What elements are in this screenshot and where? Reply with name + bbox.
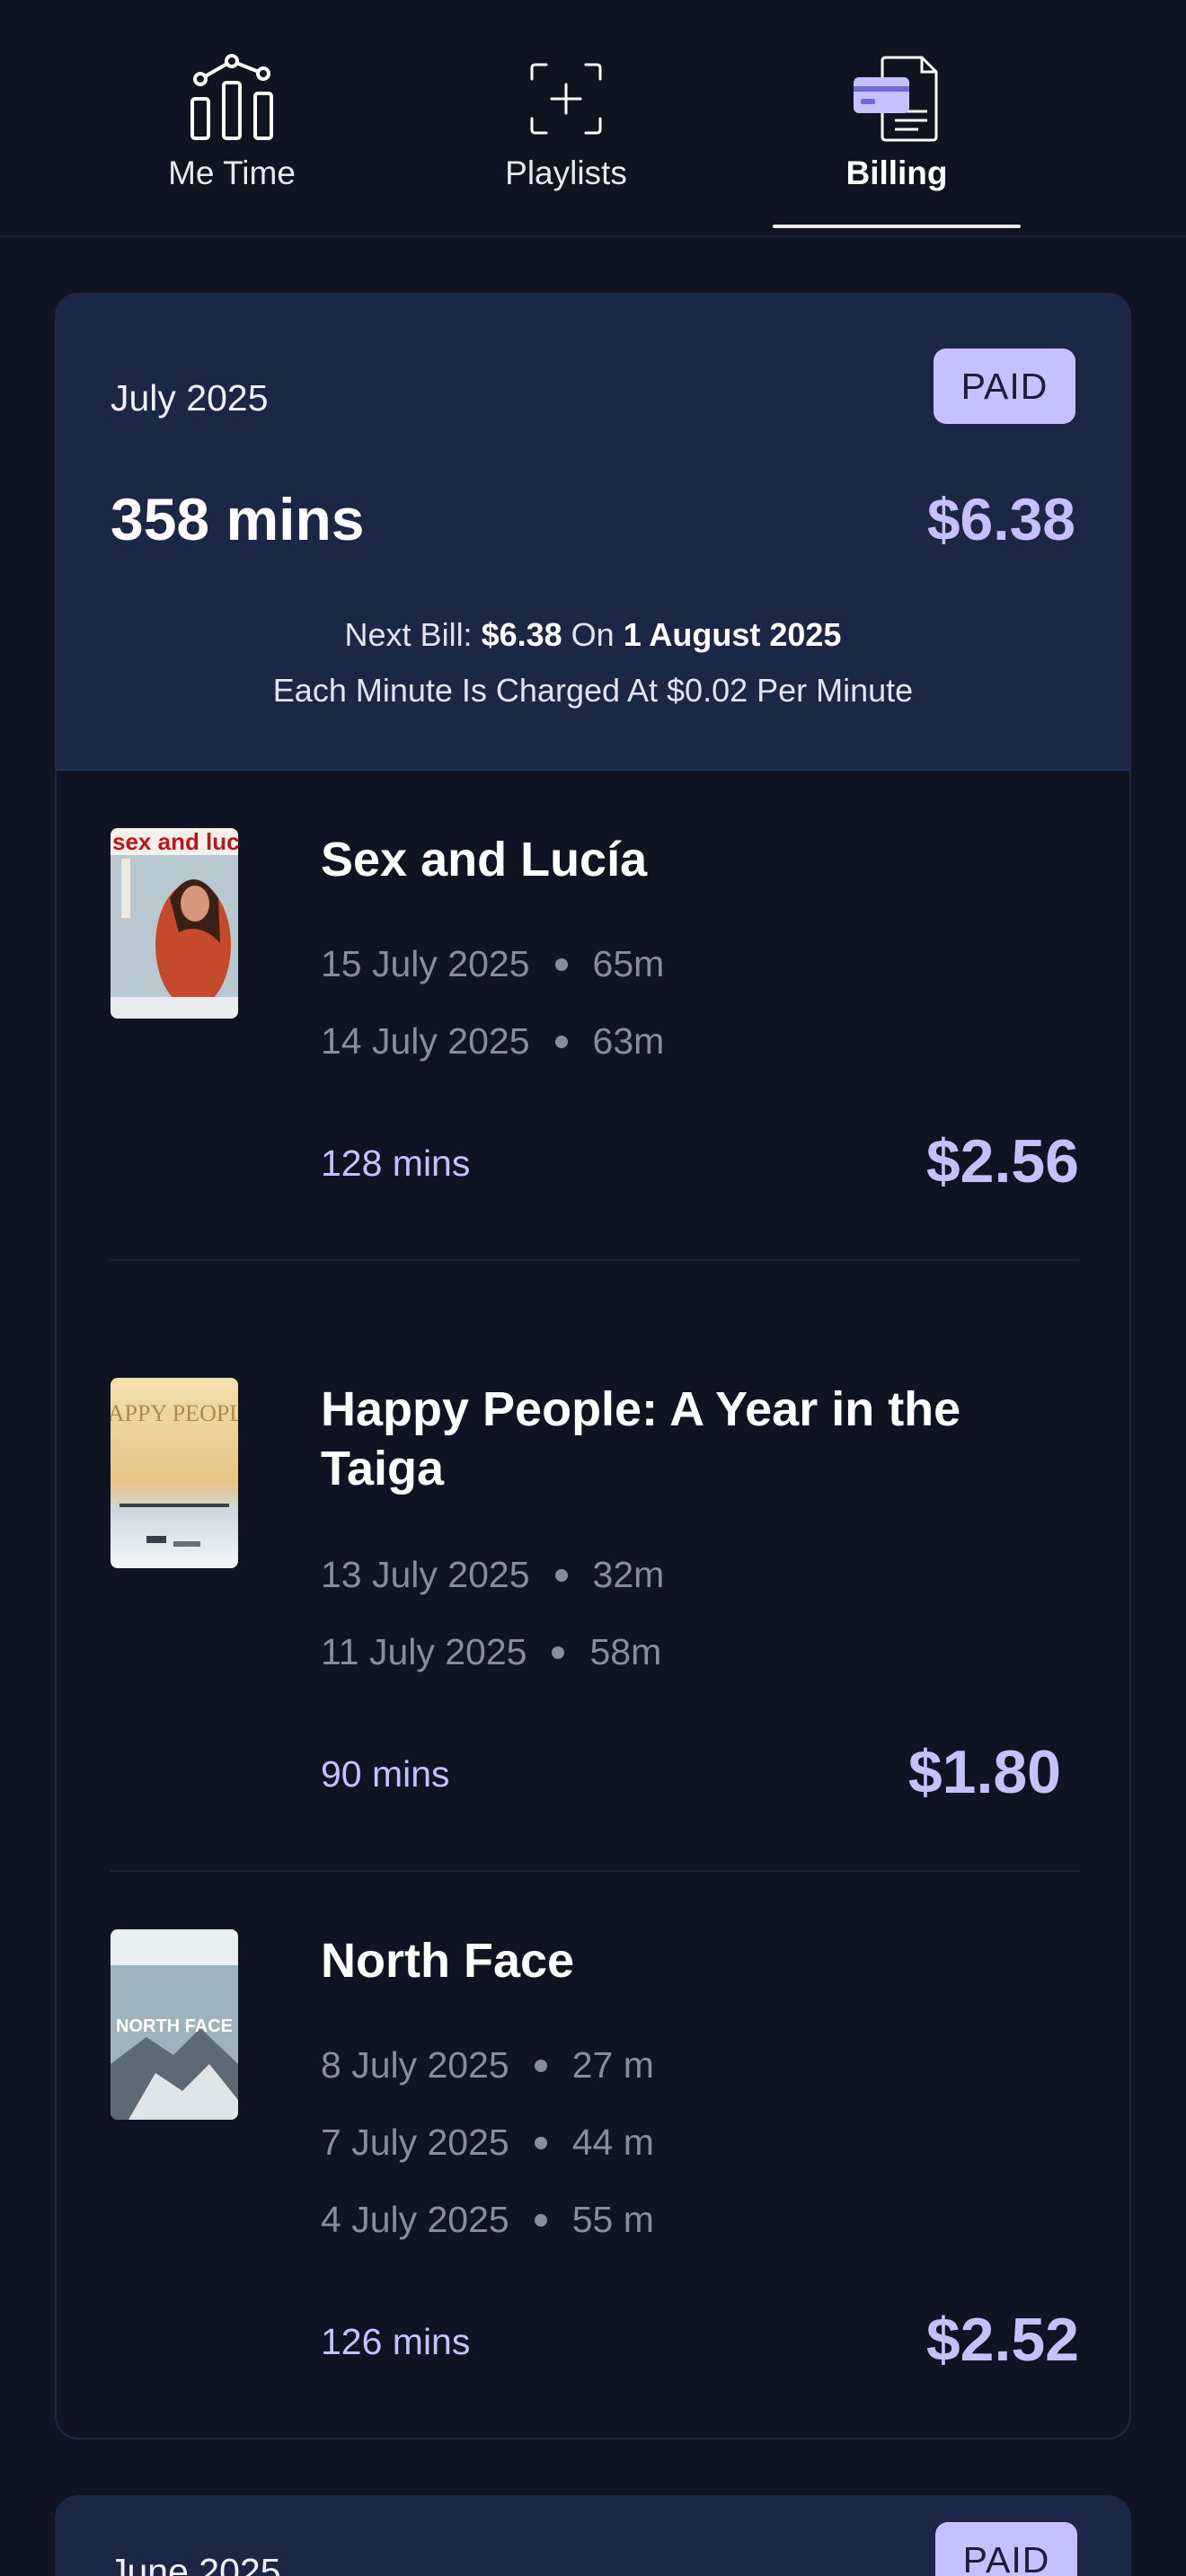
tab-me-time[interactable]: Me Time <box>142 0 322 235</box>
film-title[interactable]: Sex and Lucía <box>321 830 1058 889</box>
poster-image: NORTH FACE <box>111 1929 238 2120</box>
next-bill-amount: $6.38 <box>481 616 562 653</box>
tab-label-playlists: Playlists <box>505 154 627 191</box>
billing-icon <box>854 56 938 142</box>
session-duration: 63m <box>592 1020 665 1062</box>
poster-title-text: NORTH FACE <box>116 2016 233 2036</box>
film-poster[interactable]: NORTH FACE <box>111 1929 238 2120</box>
watch-session: 8 July 2025 27 m <box>321 2044 654 2086</box>
month-billing-card: June 2025 PAID <box>55 2495 1131 2576</box>
session-duration: 65m <box>592 943 665 984</box>
session-duration: 58m <box>589 1631 662 1672</box>
tab-playlists[interactable]: Playlists <box>476 0 656 235</box>
session-date: 11 July 2025 <box>321 1631 527 1672</box>
film-title[interactable]: North Face <box>321 1931 1058 1990</box>
watch-session: 4 July 2025 55 m <box>321 2199 654 2241</box>
session-duration: 44 m <box>571 2122 654 2163</box>
film-cost: $1.80 <box>907 1738 1061 1806</box>
add-playlist-icon <box>530 63 602 135</box>
status-badge: PAID <box>934 348 1075 424</box>
watch-session: 13 July 2025 32m <box>321 1554 664 1596</box>
separator-dot-icon <box>554 957 568 971</box>
separator-dot-icon <box>534 2136 547 2149</box>
session-date: 15 July 2025 <box>321 943 530 984</box>
poster-image: HAPPY PEOPLE <box>111 1378 238 1568</box>
total-cost: $6.38 <box>926 486 1075 552</box>
tab-label-billing: Billing <box>845 154 948 191</box>
bar-chart-icon <box>190 54 273 140</box>
session-date: 13 July 2025 <box>321 1554 530 1595</box>
tab-label-me-time: Me Time <box>168 154 296 191</box>
next-bill-date: 1 August 2025 <box>623 616 842 653</box>
watch-session: 15 July 2025 65m <box>321 943 664 985</box>
film-minutes: 128 mins <box>321 1142 471 1184</box>
top-tab-bar: Me Time Playlists Billing <box>0 0 1186 237</box>
session-date: 8 July 2025 <box>321 2044 509 2086</box>
film-title[interactable]: Happy People: A Year in the Taiga <box>321 1380 1058 1498</box>
watch-session: 14 July 2025 63m <box>321 1020 664 1063</box>
poster-title-text: HAPPY PEOPLE <box>111 1400 238 1426</box>
separator-dot-icon <box>534 2059 547 2072</box>
next-bill-prefix: Next Bill: <box>344 616 482 653</box>
divider <box>111 1870 1079 1872</box>
film-poster[interactable]: sex and lucía <box>111 828 238 1019</box>
separator-dot-icon <box>554 1568 568 1582</box>
film-cost: $2.52 <box>925 2306 1079 2374</box>
film-minutes: 126 mins <box>321 2321 471 2362</box>
tab-billing[interactable]: Billing <box>773 0 1021 235</box>
month-title: July 2025 <box>111 377 269 419</box>
session-date: 4 July 2025 <box>321 2199 509 2240</box>
separator-dot-icon <box>534 2213 547 2227</box>
divider <box>111 1259 1079 1261</box>
watch-session: 11 July 2025 58m <box>321 1631 661 1673</box>
month-title: June 2025 <box>109 2551 281 2576</box>
rate-description: Each Minute Is Charged At $0.02 Per Minu… <box>272 672 914 709</box>
next-bill-line: Next Bill: $6.38 On 1 August 2025 <box>57 616 1129 654</box>
film-minutes: 90 mins <box>321 1753 450 1795</box>
watch-session: 7 July 2025 44 m <box>321 2122 654 2164</box>
total-minutes: 358 mins <box>111 486 365 552</box>
next-bill-on: On <box>562 616 624 653</box>
session-duration: 32m <box>592 1554 665 1595</box>
session-duration: 55 m <box>571 2199 654 2240</box>
separator-dot-icon <box>552 1645 565 1659</box>
session-duration: 27 m <box>571 2044 654 2086</box>
poster-title-text: sex and lucía <box>112 828 238 855</box>
film-poster[interactable]: HAPPY PEOPLE <box>111 1378 238 1568</box>
film-cost: $2.56 <box>925 1127 1079 1195</box>
month-summary: July 2025 PAID 358 mins $6.38 Next Bill:… <box>57 295 1129 771</box>
session-date: 7 July 2025 <box>321 2122 509 2163</box>
month-billing-card: July 2025 PAID 358 mins $6.38 Next Bill:… <box>55 293 1131 2439</box>
status-badge: PAID <box>935 2522 1077 2576</box>
separator-dot-icon <box>554 1035 568 1048</box>
poster-image: sex and lucía <box>111 828 238 1019</box>
session-date: 14 July 2025 <box>321 1020 530 1062</box>
active-tab-indicator <box>773 225 1021 228</box>
